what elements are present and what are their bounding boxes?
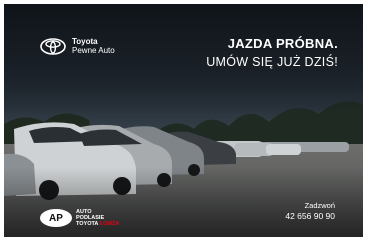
phone-number[interactable]: 42 656 90 90 <box>285 211 335 221</box>
toyota-brand[interactable]: Toyota Pewne Auto <box>40 37 115 55</box>
brand-text: Toyota Pewne Auto <box>72 37 115 55</box>
dealer-text: AUTO PODLASIE TOYOTA ŁOMŻA <box>76 209 119 227</box>
call-label: Zadzwoń <box>304 201 335 210</box>
contact-block[interactable]: Zadzwoń 42 656 90 90 <box>285 201 335 221</box>
ad-banner[interactable]: Toyota Pewne Auto JAZDA PRÓBNA. UMÓW SIĘ… <box>4 4 363 237</box>
dealer-line3: TOYOTA ŁOMŻA <box>76 221 119 227</box>
headline: JAZDA PRÓBNA. UMÓW SIĘ JUŻ DZIŚ! <box>206 36 338 69</box>
brand-name: Toyota <box>72 37 98 46</box>
toyota-logo-icon <box>40 37 66 55</box>
headline-line2: UMÓW SIĘ JUŻ DZIŚ! <box>206 55 338 69</box>
dealer-brand: TOYOTA <box>76 221 99 227</box>
dealer-logo[interactable]: AP AUTO PODLASIE TOYOTA ŁOMŻA <box>40 209 119 227</box>
headline-line1: JAZDA PRÓBNA. <box>227 36 338 51</box>
brand-tagline: Pewne Auto <box>72 46 115 55</box>
dealer-badge: AP <box>40 209 72 227</box>
dealer-city: ŁOMŻA <box>99 221 120 227</box>
